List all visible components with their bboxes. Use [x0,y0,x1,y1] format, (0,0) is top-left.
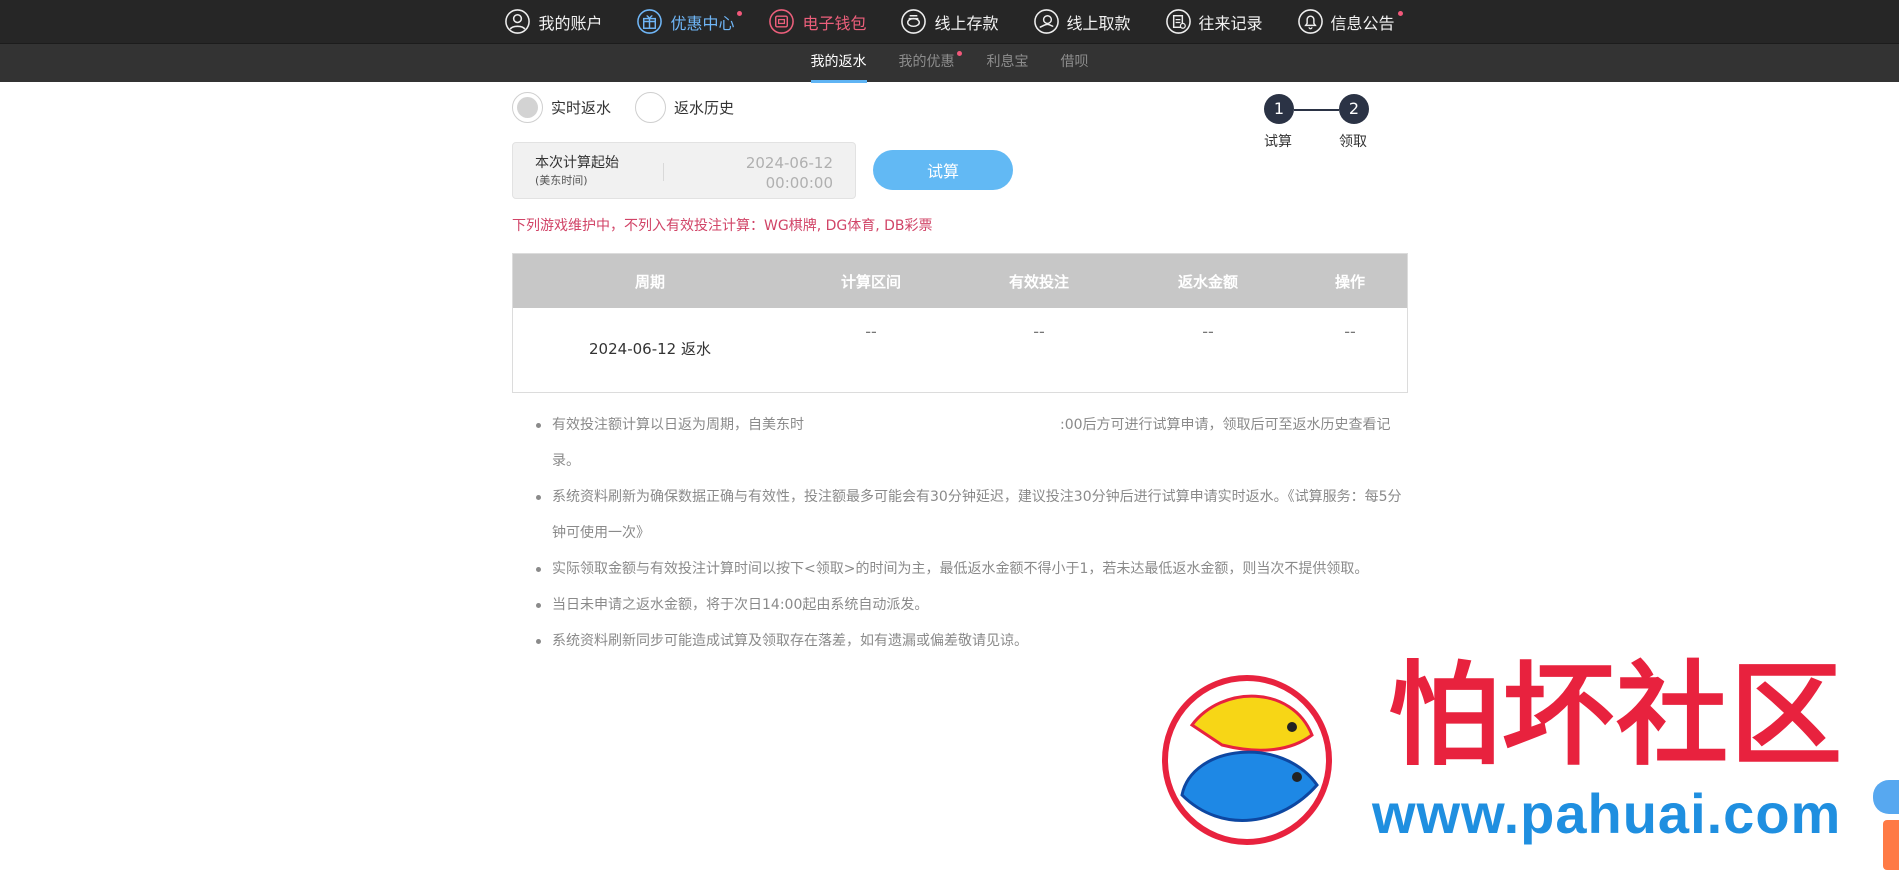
nav-online-deposit-label: 线上存款 [934,13,999,33]
nav-announcements-badge [1397,11,1403,16]
nav-online-withdraw-label: 线上取款 [1066,13,1131,33]
calc-start-time-box: 本次计算起始 (美东时间) 2024-06-12 00:00:00 [512,142,856,199]
withdraw-icon [1033,8,1060,35]
user-circle-icon [504,8,531,35]
tab-my-promotions-badge [956,51,962,56]
calc-start-date: 2024-06-12 [745,154,833,172]
sub-nav: 我的返水 我的优惠 利息宝 借呗 [0,43,1899,83]
cell-action: -- [1344,322,1356,341]
nav-announcements-label: 信息公告 [1330,13,1395,33]
table-row: 2024-06-12 返水 -- -- -- -- [513,308,1407,392]
top-nav-items: 我的账户 优惠中心 电子钱包 线上存款 线上取款 往来记录 信息公告 [487,0,1411,43]
nav-online-deposit[interactable]: 线上存款 [883,0,1015,43]
cell-valid-bet: -- [1033,322,1045,341]
nav-my-account[interactable]: 我的账户 [487,0,619,43]
radio-realtime-label: 实时返水 [551,99,612,117]
nav-e-wallet-label: 电子钱包 [802,13,867,33]
calc-start-label: 本次计算起始 (美东时间) [535,154,619,190]
calc-start-time: 2024-06-12 00:00:00 [746,153,833,193]
rule-item-1: 有效投注额计算以日返为周期，自美东时:00后方可进行试算申请，领取后可至返水历史… [534,407,1414,479]
top-nav: 我的账户 优惠中心 电子钱包 线上存款 线上取款 往来记录 信息公告 [0,0,1899,43]
step-2-node: 2 [1339,94,1369,124]
th-valid-bet: 有效投注 [1008,272,1069,291]
watermark-url: www.pahuai.com [1372,782,1842,845]
rebate-table: 周期 计算区间 有效投注 返水金额 操作 2024-06-12 返水 -- --… [512,253,1408,393]
calc-divider [663,163,664,181]
radio-realtime-rebate[interactable]: 实时返水 [512,92,611,123]
trial-calc-button[interactable]: 试算 [873,150,1013,190]
tab-interest[interactable]: 利息宝 [971,44,1045,83]
nav-promo-center-label: 优惠中心 [670,13,735,33]
th-range: 计算区间 [840,272,901,291]
rebate-mode-radios: 实时返水 返水历史 [512,92,734,123]
th-period: 周期 [634,272,665,291]
th-rebate-amount: 返水金额 [1177,272,1238,291]
record-icon [1165,8,1192,35]
radio-history-label: 返水历史 [674,99,735,117]
bell-icon [1297,8,1324,35]
tab-my-promotions-label: 我的优惠 [898,54,955,70]
side-float-tab[interactable] [1883,820,1899,870]
nav-transaction-records[interactable]: 往来记录 [1148,0,1280,43]
tab-my-promotions[interactable]: 我的优惠 [883,44,971,83]
table-header: 周期 计算区间 有效投注 返水金额 操作 [513,254,1407,308]
watermark-title: 怕坏社区 [1388,655,1844,779]
wallet-icon [768,8,795,35]
calc-start-clock: 00:00:00 [765,174,833,192]
nav-e-wallet[interactable]: 电子钱包 [751,0,883,43]
nav-my-account-label: 我的账户 [538,13,603,33]
calc-timezone-label: (美东时间) [535,174,588,187]
gift-icon [636,8,663,35]
cell-range: -- [865,322,877,341]
radio-history-circle[interactable] [635,92,667,123]
step-1-label: 试算 [1264,134,1292,150]
tab-my-rebate[interactable]: 我的返水 [795,44,883,83]
rule-item-2: 系统资料刷新为确保数据正确与有效性，投注额最多可能会有30分钟延迟，建议投注30… [534,479,1414,551]
radio-rebate-history[interactable]: 返水历史 [635,92,734,123]
site-watermark: 怕坏社区 www.pahuai.com [1150,655,1899,870]
maintenance-notice: 下列游戏维护中，不列入有效投注计算：WG棋牌, DG体育, DB彩票 [512,218,933,234]
nav-announcements[interactable]: 信息公告 [1280,0,1412,43]
rule-item-3: 实际领取金额与有效投注计算时间以按下<领取>的时间为主，最低返水金额不得小于1，… [534,551,1414,587]
cell-period: 2024-06-12 返水 [589,340,711,358]
nav-transaction-records-label: 往来记录 [1198,13,1263,33]
calc-start-label-text: 本次计算起始 [535,155,619,171]
radio-realtime-circle[interactable] [512,92,543,123]
deposit-icon [900,8,927,35]
nav-promo-center[interactable]: 优惠中心 [619,0,751,43]
nav-promo-badge [737,11,743,16]
side-float-button[interactable] [1873,780,1899,814]
th-action: 操作 [1334,272,1365,291]
step-1-node: 1 [1264,94,1294,124]
fish-logo-icon [1162,675,1332,845]
tab-loan[interactable]: 借呗 [1045,44,1105,83]
cell-rebate-amount: -- [1202,322,1214,341]
progress-steps: 1 2 试算 领取 [1264,94,1404,154]
nav-online-withdraw[interactable]: 线上取款 [1016,0,1148,43]
step-connector [1294,109,1339,111]
rebate-rules-list: 有效投注额计算以日返为周期，自美东时:00后方可进行试算申请，领取后可至返水历史… [534,407,1414,659]
rule-item-5: 系统资料刷新同步可能造成试算及领取存在落差，如有遗漏或偏差敬请见谅。 [534,623,1414,659]
rule-1-part-a: 有效投注额计算以日返为周期，自美东时 [552,417,804,433]
step-2-label: 领取 [1339,134,1367,150]
rule-item-4: 当日未申请之返水金额，将于次日14:00起由系统自动派发。 [534,587,1414,623]
